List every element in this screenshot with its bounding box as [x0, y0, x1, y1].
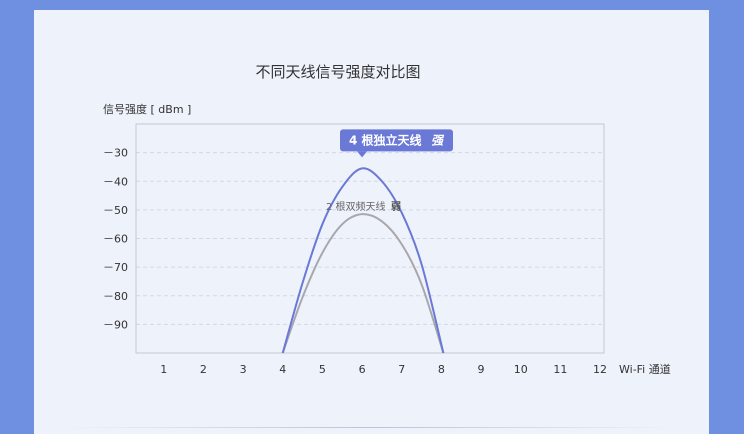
- y-tick-label: －80: [103, 290, 128, 303]
- gridlines: [136, 152, 604, 325]
- x-tick-label: 9: [478, 363, 485, 376]
- x-tick-label: 8: [438, 363, 445, 376]
- y-axis-label: 信号强度 [ dBm ]: [103, 102, 191, 116]
- x-axis-label: Wi-Fi 通道: [619, 362, 671, 376]
- chart-card: 不同天线信号强度对比图 信号强度 [ dBm ] Wi-Fi 通道 －30 －40…: [34, 10, 709, 434]
- x-tick-label: 3: [240, 363, 247, 376]
- series-line-independent: [281, 167, 445, 354]
- series-line-dual-band: [281, 213, 445, 354]
- callout-series-tag: 强: [431, 133, 445, 147]
- callout-series-name: 4 根独立天线: [349, 132, 422, 147]
- x-tick-label: 6: [359, 363, 366, 376]
- y-tick-label: －40: [103, 175, 128, 188]
- x-tick-label: 10: [514, 363, 528, 376]
- x-tick-label: 11: [553, 363, 567, 376]
- x-tick-label: 2: [200, 363, 207, 376]
- callout-independent-antenna: 4 根独立天线强: [340, 129, 453, 158]
- y-tick-label: －90: [103, 318, 128, 331]
- y-tick-label: －50: [103, 204, 128, 217]
- series-label-tag: 弱: [391, 201, 401, 213]
- x-tick-label: 5: [319, 363, 326, 376]
- series-label-name: 2 根双频天线: [326, 200, 386, 213]
- x-tick-label: 4: [279, 363, 286, 376]
- y-tick-labels: －30 －40 －50 －60 －70 －80 －90: [103, 147, 128, 332]
- series-lines: [281, 167, 445, 354]
- label-dual-band-antenna: 2 根双频天线弱: [326, 200, 401, 213]
- y-tick-label: －70: [103, 261, 128, 274]
- y-tick-label: －30: [103, 147, 128, 160]
- y-tick-label: －60: [103, 233, 128, 246]
- x-tick-label: 1: [160, 363, 167, 376]
- chart-svg: 不同天线信号强度对比图 信号强度 [ dBm ] Wi-Fi 通道 －30 －40…: [103, 63, 671, 376]
- x-tick-labels: 1 2 3 4 5 6 7 8 9 10 11 12: [160, 363, 607, 376]
- chart-title: 不同天线信号强度对比图: [255, 63, 420, 81]
- x-tick-label: 12: [593, 363, 607, 376]
- series-labels: 4 根独立天线 强 2 根双频天线弱: [326, 129, 453, 213]
- x-tick-label: 7: [398, 363, 405, 376]
- callout-pointer: [357, 151, 368, 158]
